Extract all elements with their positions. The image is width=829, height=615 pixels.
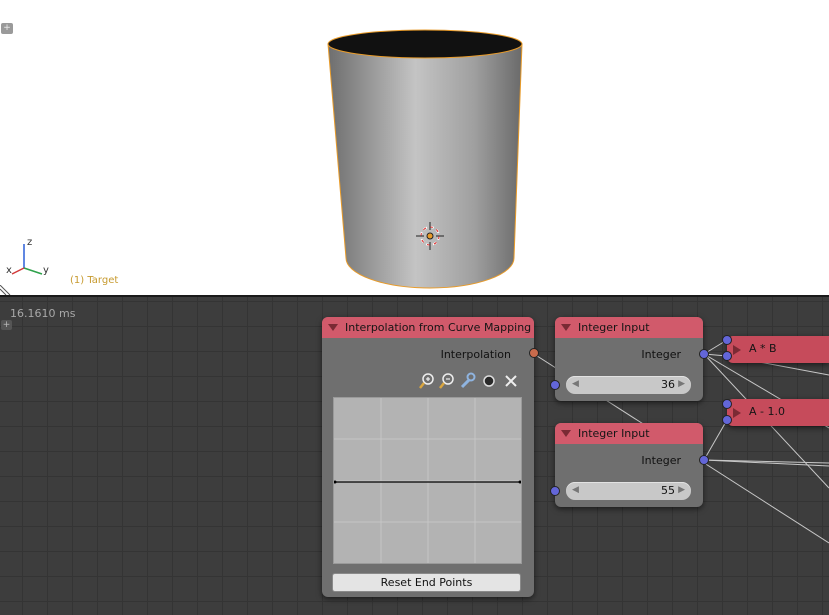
collapse-icon[interactable]: [733, 345, 741, 355]
interpolation-output-label: Interpolation: [440, 348, 511, 361]
3d-viewport[interactable]: + z y x (1) Target: [0, 0, 829, 295]
circle-icon[interactable]: [481, 372, 498, 393]
interpolation-output-socket[interactable]: [529, 348, 539, 358]
increment-arrow-icon[interactable]: ▶: [678, 379, 685, 389]
decrement-arrow-icon[interactable]: ◀: [572, 485, 579, 495]
wrench-icon[interactable]: [459, 372, 476, 393]
axis-z-label: z: [27, 237, 32, 248]
axis-gizmo-icon: z y x: [6, 237, 49, 276]
increment-arrow-icon[interactable]: ▶: [678, 485, 685, 495]
integer-output-label: Integer: [641, 454, 681, 467]
axis-x-label: x: [6, 265, 12, 276]
integer-output-socket[interactable]: [699, 455, 709, 465]
math-node-multiply[interactable]: A * B: [727, 336, 829, 363]
decrement-arrow-icon[interactable]: ◀: [572, 379, 579, 389]
node-header[interactable]: Integer Input: [555, 317, 703, 338]
integer-value: 36: [661, 378, 675, 391]
integer-value: 55: [661, 484, 675, 497]
integer-input-socket[interactable]: [550, 380, 560, 390]
collapse-icon[interactable]: [733, 408, 741, 418]
editor-corner-button[interactable]: +: [1, 320, 12, 330]
close-icon[interactable]: [503, 372, 520, 393]
execution-time-label: 16.1610 ms: [10, 307, 76, 320]
axis-y-label: y: [43, 265, 49, 276]
collapse-icon[interactable]: [561, 430, 571, 437]
integer-output-label: Integer: [641, 348, 681, 361]
node-title: Integer Input: [578, 321, 650, 334]
integer-input-socket[interactable]: [550, 486, 560, 496]
integer-value-field[interactable]: ◀ 36 ▶: [566, 376, 691, 394]
integer-value-field[interactable]: ◀ 55 ▶: [566, 482, 691, 500]
input-socket-b[interactable]: [722, 415, 732, 425]
math-node-subtract[interactable]: A - 1.0: [727, 399, 829, 426]
integer-output-socket[interactable]: [699, 349, 709, 359]
reset-end-points-button[interactable]: Reset End Points: [332, 573, 521, 592]
node-header[interactable]: Integer Input: [555, 423, 703, 444]
collapse-icon[interactable]: [328, 324, 338, 331]
input-socket-b[interactable]: [722, 351, 732, 361]
node-title: Interpolation from Curve Mapping: [345, 321, 532, 334]
input-socket-a[interactable]: [722, 335, 732, 345]
input-socket-a[interactable]: [722, 399, 732, 409]
node-title: A - 1.0: [749, 405, 785, 418]
node-header[interactable]: Interpolation from Curve Mapping: [322, 317, 534, 338]
zoom-out-icon[interactable]: [438, 372, 455, 393]
3d-cursor-icon: [416, 222, 444, 250]
node-title: Integer Input: [578, 427, 650, 440]
node-title: A * B: [749, 342, 777, 355]
curve-mapping-widget[interactable]: [333, 397, 522, 564]
collapse-icon[interactable]: [561, 324, 571, 331]
active-object-label: (1) Target: [70, 275, 119, 286]
resize-handle-icon[interactable]: [0, 285, 12, 295]
zoom-in-icon[interactable]: [418, 372, 435, 393]
